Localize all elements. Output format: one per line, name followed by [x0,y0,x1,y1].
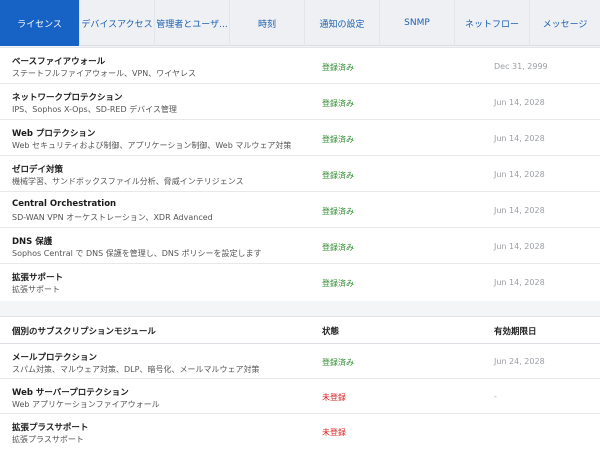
tab-admin-users[interactable]: 管理者とユーザ... [155,0,230,46]
column-header-module: 個別のサブスクリプションモジュール [12,327,156,337]
license-name: DNS 保護 [12,237,53,247]
license-expiry: Jun 14, 2028 [494,242,545,251]
license-desc: Web セキュリティおよび制御、アプリケーション制御、Web マルウェア対策 [12,141,292,150]
module-status: 登録済み [322,358,354,367]
license-status: 登録済み [322,171,354,180]
license-name: Web プロテクション [12,129,96,139]
license-status: 登録済み [322,99,354,108]
tab-netflow[interactable]: ネットフロー [455,0,530,46]
license-desc: 拡張サポート [12,285,60,294]
license-row: 拡張サポート 拡張サポート 登録済み Jun 14, 2028 [0,264,600,300]
license-name: Central Orchestration [12,199,117,209]
license-expiry: Jun 14, 2028 [494,98,545,107]
license-list: ベースファイアウォール ステートフルファイアウォール、VPN、ワイヤレス 登録済… [0,47,600,301]
license-status: 登録済み [322,279,354,288]
license-expiry: Jun 14, 2028 [494,278,545,287]
license-expiry: Jun 14, 2028 [494,206,545,215]
license-row: Central Orchestration SD-WAN VPN オーケストレー… [0,192,600,228]
table-row: 拡張プラスサポート 拡張プラスサポート 未登録 [0,414,600,449]
module-expiry: Jun 24, 2028 [494,357,545,366]
module-desc: 拡張プラスサポート [12,435,84,444]
license-expiry: Jun 14, 2028 [494,134,545,143]
settings-tab-bar: ライセンス デバイスアクセス 管理者とユーザ... 時刻 通知の設定 SNMP … [0,0,600,46]
subscription-module-table: 個別のサブスクリプションモジュール 状態 有効期限日 メールプロテクション スパ… [0,316,600,450]
license-expiry: Dec 31, 2999 [494,62,548,71]
license-name: ベースファイアウォール [12,57,106,67]
license-row: Web プロテクション Web セキュリティおよび制御、アプリケーション制御、W… [0,120,600,156]
module-name: Web サーバープロテクション [12,388,129,398]
module-status: 未登録 [322,428,346,437]
table-row: Web サーバープロテクション Web アプリケーションファイアウォール 未登録… [0,379,600,414]
license-row: ネットワークプロテクション IPS、Sophos X-Ops、SD-RED デバ… [0,84,600,120]
table-row: メールプロテクション スパム対策、マルウェア対策、DLP、暗号化、メールマルウェ… [0,344,600,379]
module-name: メールプロテクション [12,353,98,363]
license-name: ネットワークプロテクション [12,93,123,103]
table-header: 個別のサブスクリプションモジュール 状態 有効期限日 [0,317,600,344]
license-row: ゼロデイ対策 機械学習、サンドボックスファイル分析、脅威インテリジェンス 登録済… [0,156,600,192]
license-status: 登録済み [322,243,354,252]
license-name: ゼロデイ対策 [12,165,64,175]
license-desc: ステートフルファイアウォール、VPN、ワイヤレス [12,69,197,78]
license-row: DNS 保護 Sophos Central で DNS 保護を管理し、DNS ポ… [0,228,600,264]
tab-time[interactable]: 時刻 [230,0,305,46]
tab-license[interactable]: ライセンス [0,0,80,46]
module-status: 未登録 [322,393,346,402]
license-desc: SD-WAN VPN オーケストレーション、XDR Advanced [12,213,213,222]
license-desc: IPS、Sophos X-Ops、SD-RED デバイス管理 [12,105,177,114]
module-name: 拡張プラスサポート [12,423,89,433]
tab-snmp[interactable]: SNMP [380,0,455,46]
license-status: 登録済み [322,63,354,72]
module-desc: スパム対策、マルウェア対策、DLP、暗号化、メールマルウェア対策 [12,365,260,374]
tab-notification[interactable]: 通知の設定 [305,0,380,46]
module-expiry: - [494,392,497,401]
license-status: 登録済み [322,207,354,216]
license-status: 登録済み [322,135,354,144]
license-row: ベースファイアウォール ステートフルファイアウォール、VPN、ワイヤレス 登録済… [0,48,600,84]
module-desc: Web アプリケーションファイアウォール [12,400,160,409]
column-header-status: 状態 [322,327,340,337]
license-expiry: Jun 14, 2028 [494,170,545,179]
license-desc: Sophos Central で DNS 保護を管理し、DNS ポリシーを設定し… [12,249,262,258]
tab-messages[interactable]: メッセージ [530,0,600,46]
tab-device-access[interactable]: デバイスアクセス [80,0,155,46]
license-desc: 機械学習、サンドボックスファイル分析、脅威インテリジェンス [12,177,244,186]
column-header-expiry: 有効期限日 [494,327,537,337]
license-name: 拡張サポート [12,273,64,283]
